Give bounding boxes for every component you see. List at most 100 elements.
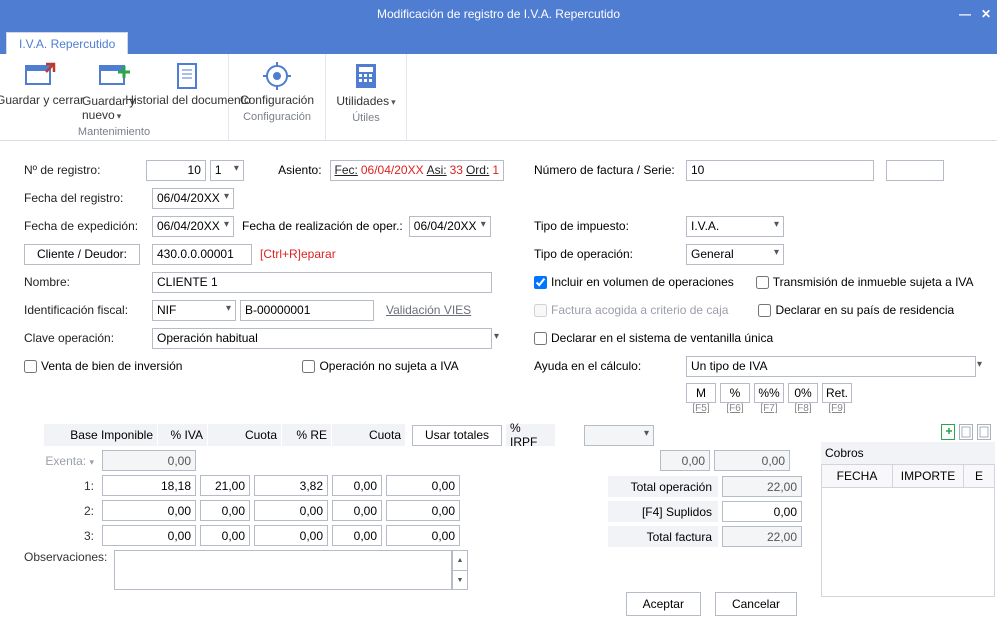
- cobros-table: FECHA IMPORTE E: [821, 464, 995, 597]
- usar-totales-button[interactable]: Usar totales: [412, 425, 502, 446]
- total-operacion-value: 22,00: [722, 476, 802, 497]
- chk-ventanilla-unica[interactable]: Declarar en el sistema de ventanilla úni…: [534, 331, 773, 345]
- r1-cuota2[interactable]: [386, 475, 460, 496]
- ribbon: Guardar y cerrar Guardar y nuevo▾ Histor…: [0, 54, 997, 141]
- validacion-vies-link[interactable]: Validación VIES: [386, 303, 471, 317]
- gear-icon: [261, 60, 293, 92]
- save-close-button[interactable]: Guardar y cerrar: [8, 60, 72, 122]
- row-1-label: 1:: [24, 479, 102, 493]
- nombre-input[interactable]: [152, 272, 492, 293]
- r3-cuota[interactable]: [254, 525, 328, 546]
- content-area: Nº de registro: Asiento: Fec:06/04/20XX …: [0, 141, 997, 424]
- r1-base[interactable]: [102, 475, 196, 496]
- titlebar: Modificación de registro de I.V.A. Reper…: [0, 0, 997, 28]
- fecha-oper-label: Fecha de realización de oper.:: [242, 219, 403, 233]
- observaciones-textarea[interactable]: [114, 550, 452, 590]
- cobros-body: [822, 488, 994, 596]
- cobros-add-icon[interactable]: [941, 424, 955, 440]
- r2-piva[interactable]: [200, 500, 250, 521]
- num-factura-input[interactable]: [686, 160, 874, 181]
- r2-base[interactable]: [102, 500, 196, 521]
- chk-venta-inversion[interactable]: Venta de bien de inversión: [24, 359, 182, 373]
- cobros-edit-icon[interactable]: [959, 424, 973, 440]
- cobros-delete-icon[interactable]: [977, 424, 991, 440]
- r3-base[interactable]: [102, 525, 196, 546]
- r1-piva[interactable]: [200, 475, 250, 496]
- aceptar-button[interactable]: Aceptar: [626, 592, 701, 616]
- num-factura-label: Número de factura / Serie:: [534, 163, 686, 177]
- window-title: Modificación de registro de I.V.A. Reper…: [377, 7, 620, 21]
- irpf-select: [584, 425, 654, 446]
- r2-pre[interactable]: [332, 500, 382, 521]
- cobros-th-e[interactable]: E: [964, 465, 994, 488]
- ribbon-tabs: I.V.A. Repercutido: [0, 28, 997, 54]
- utils-button[interactable]: Utilidades▾: [334, 60, 398, 108]
- row-3-label: 3:: [24, 529, 102, 543]
- config-button[interactable]: Configuración: [237, 60, 317, 107]
- irpf-zero: 0,00: [660, 450, 710, 471]
- btn-double-percent[interactable]: %%: [754, 383, 784, 403]
- chk-declarar-pais[interactable]: Declarar en su país de residencia: [758, 303, 954, 317]
- row-2-label: 2:: [24, 504, 102, 518]
- suplidos-input[interactable]: [722, 501, 802, 522]
- tipo-operacion-select[interactable]: [686, 244, 784, 265]
- cliente-input[interactable]: [152, 244, 252, 265]
- asiento-box[interactable]: Fec:06/04/20XX Asi:33 Ord:1: [330, 160, 504, 181]
- r3-cuota2[interactable]: [386, 525, 460, 546]
- fecha-expedicion-label: Fecha de expedición:: [24, 219, 152, 233]
- group-mantenimiento-label: Mantenimiento: [78, 126, 150, 138]
- suplidos-label: [F4] Suplidos: [608, 501, 718, 522]
- close-button[interactable]: ✕: [981, 7, 991, 21]
- clave-operacion-select[interactable]: [152, 328, 492, 349]
- cobros-th-fecha[interactable]: FECHA: [822, 465, 893, 488]
- total-factura-label: Total factura: [608, 526, 718, 547]
- fecha-registro-input[interactable]: [152, 188, 234, 209]
- id-fiscal-input[interactable]: [240, 300, 374, 321]
- chk-no-sujeta-iva[interactable]: Operación no sujeta a IVA: [302, 359, 458, 373]
- tab-iva-repercutido[interactable]: I.V.A. Repercutido: [6, 32, 128, 54]
- save-new-button[interactable]: Guardar y nuevo▾: [82, 60, 146, 122]
- cobros-title: Cobros: [825, 446, 864, 460]
- id-fiscal-tipo-select[interactable]: [152, 300, 236, 321]
- tipo-impuesto-select[interactable]: [686, 216, 784, 237]
- ayuda-calculo-label: Ayuda en el cálculo:: [534, 359, 686, 373]
- r1-cuota[interactable]: [254, 475, 328, 496]
- history-button[interactable]: Historial del documento: [156, 60, 220, 122]
- key-f5: [F5]: [686, 403, 716, 414]
- chk-transmision-inmueble[interactable]: Transmisión de inmueble sujeta a IVA: [756, 275, 974, 289]
- history-icon: [172, 60, 204, 92]
- cliente-deudor-button[interactable]: Cliente / Deudor:: [24, 244, 140, 265]
- n-registro-input[interactable]: [146, 160, 206, 181]
- r3-piva[interactable]: [200, 525, 250, 546]
- minimize-button[interactable]: —: [959, 7, 971, 21]
- ayuda-calculo-select[interactable]: [686, 356, 976, 377]
- fecha-expedicion-input[interactable]: [152, 216, 234, 237]
- n-registro-serie-select[interactable]: [210, 160, 244, 181]
- key-f6: [F6]: [720, 403, 750, 414]
- save-close-icon: [24, 60, 56, 92]
- save-new-icon: [98, 60, 130, 92]
- cobros-th-importe[interactable]: IMPORTE: [893, 465, 964, 488]
- key-f7: [F7]: [754, 403, 784, 414]
- irpf-cuota: 0,00: [714, 450, 790, 471]
- observaciones-label: Observaciones:: [24, 550, 114, 564]
- reparar-link[interactable]: [Ctrl+R]eparar: [260, 247, 336, 261]
- btn-ret[interactable]: Ret.: [822, 383, 852, 403]
- r2-cuota[interactable]: [254, 500, 328, 521]
- clave-operacion-label: Clave operación:: [24, 331, 152, 345]
- serie-factura-input[interactable]: [886, 160, 944, 181]
- cancelar-button[interactable]: Cancelar: [715, 592, 797, 616]
- chk-incluir-volumen[interactable]: Incluir en volumen de operaciones: [534, 275, 734, 289]
- observaciones-scroll[interactable]: ▲▼: [452, 550, 468, 590]
- r1-pre[interactable]: [332, 475, 382, 496]
- n-registro-label: Nº de registro:: [24, 163, 146, 177]
- id-fiscal-label: Identificación fiscal:: [24, 303, 152, 317]
- btn-zero-percent[interactable]: 0%: [788, 383, 818, 403]
- fecha-oper-input[interactable]: [409, 216, 491, 237]
- tipo-impuesto-label: Tipo de impuesto:: [534, 219, 686, 233]
- nombre-label: Nombre:: [24, 275, 152, 289]
- r2-cuota2[interactable]: [386, 500, 460, 521]
- btn-percent[interactable]: %: [720, 383, 750, 403]
- btn-m[interactable]: M: [686, 383, 716, 403]
- r3-pre[interactable]: [332, 525, 382, 546]
